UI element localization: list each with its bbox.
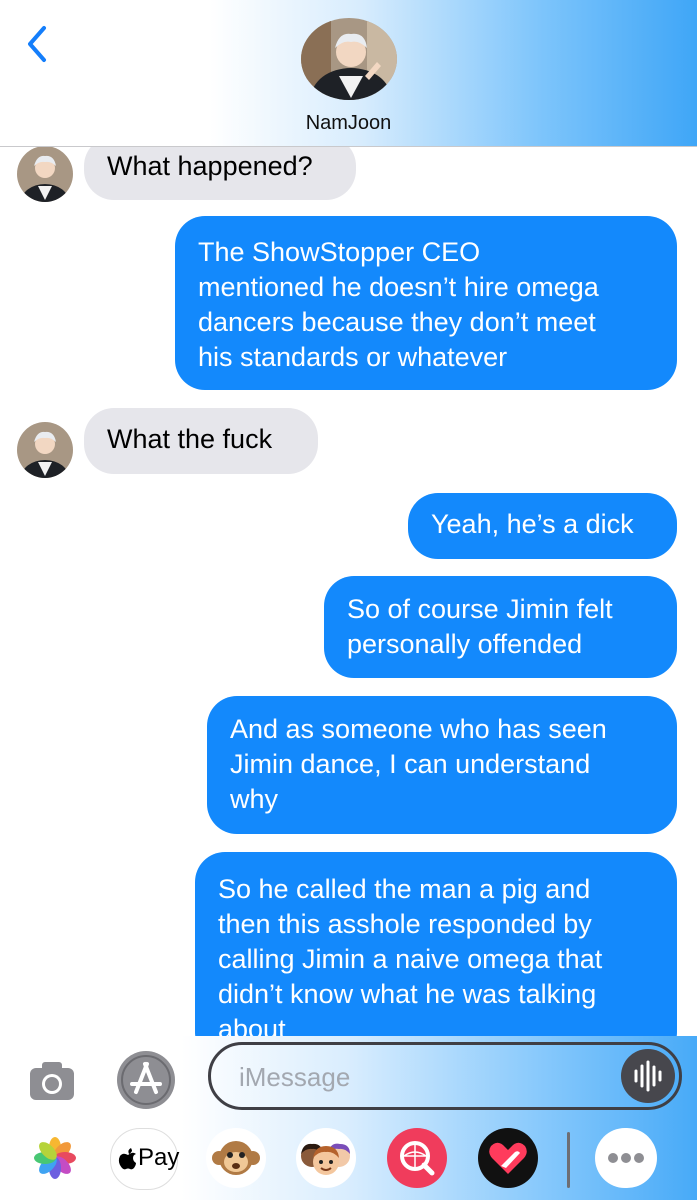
- app-store-button[interactable]: [116, 1050, 178, 1110]
- app-strip-divider: [567, 1132, 570, 1188]
- camera-icon: [30, 1062, 74, 1100]
- audio-message-button[interactable]: [621, 1049, 675, 1103]
- message-line: then this asshole responded by: [218, 909, 592, 939]
- animoji-button[interactable]: [205, 1128, 267, 1188]
- camera-button[interactable]: [26, 1054, 78, 1106]
- message-line: So of course Jimin felt: [347, 594, 613, 624]
- more-apps-button[interactable]: [595, 1128, 657, 1188]
- message-input-field[interactable]: [208, 1042, 682, 1110]
- message-input[interactable]: [237, 1057, 621, 1097]
- message-line: So he called the man a pig and: [218, 874, 591, 904]
- memoji-stickers-button[interactable]: [295, 1128, 357, 1188]
- message-line: why: [230, 784, 279, 814]
- conversation-header: NamJoon: [0, 0, 697, 147]
- incoming-message[interactable]: What happened?: [84, 146, 356, 200]
- photos-app-icon: [34, 1137, 76, 1179]
- message-avatar: [17, 146, 73, 202]
- contact-name[interactable]: NamJoon: [0, 112, 697, 135]
- chevron-left-icon: [28, 26, 46, 62]
- outgoing-message[interactable]: Yeah, he’s a dick: [408, 493, 677, 559]
- message-line: dancers because they don’t meet: [198, 307, 596, 337]
- message-line: calling Jimin a naive omega that: [218, 944, 603, 974]
- back-button[interactable]: [22, 22, 62, 66]
- message-avatar: [17, 422, 73, 478]
- message-line: Jimin dance, I can understand: [230, 749, 591, 779]
- message-line: his standards or whatever: [198, 342, 508, 372]
- digital-touch-button[interactable]: [477, 1128, 539, 1188]
- images-search-button[interactable]: [386, 1128, 448, 1188]
- message-line: And as someone who has seen: [230, 714, 607, 744]
- incoming-message[interactable]: What the fuck: [84, 408, 318, 474]
- audio-waveform-icon: [634, 1060, 662, 1092]
- outgoing-message[interactable]: And as someone who has seen Jimin dance,…: [207, 696, 677, 834]
- photos-app-button[interactable]: [27, 1128, 83, 1188]
- app-drawer: Pay: [0, 1118, 697, 1200]
- message-line: personally offended: [347, 629, 583, 659]
- memoji-stickers-icon: [296, 1128, 356, 1188]
- message-line: about: [218, 1014, 286, 1036]
- outgoing-message[interactable]: So he called the man a pig and then this…: [195, 852, 677, 1036]
- message-thread[interactable]: What happened? The ShowStopper CEO menti…: [0, 146, 697, 1036]
- outgoing-message[interactable]: The ShowStopper CEO mentioned he doesn’t…: [175, 216, 677, 390]
- message-line: The ShowStopper CEO: [198, 237, 481, 267]
- apple-pay-label: Pay: [138, 1144, 180, 1171]
- images-search-icon: [387, 1128, 447, 1188]
- animoji-icon: [206, 1128, 266, 1188]
- digital-touch-icon: [478, 1128, 538, 1188]
- more-apps-icon: [608, 1153, 644, 1163]
- contact-avatar[interactable]: [301, 18, 397, 100]
- apple-logo-icon: [118, 1148, 136, 1170]
- message-line: didn’t know what he was talking: [218, 979, 597, 1009]
- app-store-icon: [117, 1051, 175, 1109]
- apple-pay-button[interactable]: Pay: [110, 1128, 180, 1190]
- message-line: mentioned he doesn’t hire omega: [198, 272, 599, 302]
- outgoing-message[interactable]: So of course Jimin felt personally offen…: [324, 576, 677, 678]
